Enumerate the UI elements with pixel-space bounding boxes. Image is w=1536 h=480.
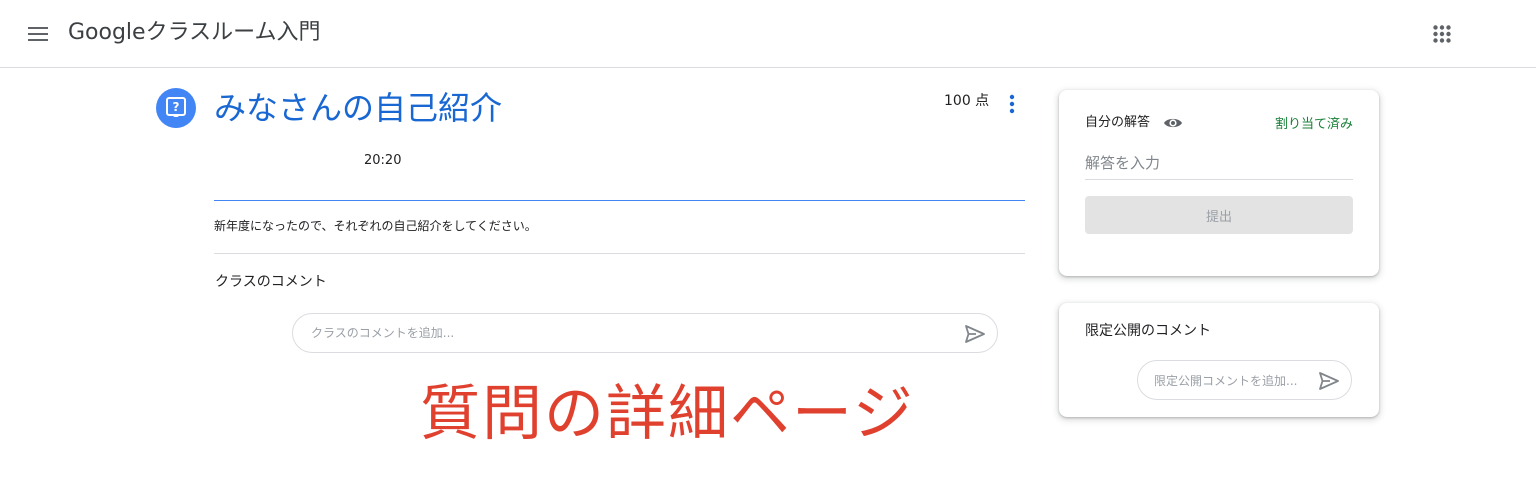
section-divider — [214, 253, 1025, 254]
eye-icon[interactable] — [1163, 113, 1183, 133]
due-time: 20:20 — [364, 153, 402, 168]
private-comment-placeholder: 限定公開コメントを追加... — [1154, 374, 1298, 388]
your-work-card: 自分の解答 割り当て済み 解答を入力 提出 — [1059, 90, 1379, 276]
private-comment-input[interactable]: 限定公開コメントを追加... — [1137, 360, 1352, 400]
question-title: みなさんの自己紹介 — [214, 89, 503, 127]
class-comment-placeholder: クラスのコメントを追加... — [311, 326, 455, 340]
more-vert-icon[interactable] — [1000, 90, 1024, 118]
answer-input[interactable]: 解答を入力 — [1085, 152, 1353, 180]
your-work-heading: 自分の解答 — [1085, 115, 1151, 130]
class-comment-input[interactable]: クラスのコメントを追加... — [292, 313, 998, 353]
send-icon[interactable] — [963, 322, 987, 346]
svg-text:?: ? — [173, 100, 180, 114]
points-value: 100 点 — [944, 93, 990, 109]
private-comments-heading: 限定公開のコメント — [1085, 323, 1211, 339]
question-instructions: 新年度になったので、それぞれの自己紹介をしてください。 — [214, 219, 537, 233]
hamburger-menu-icon[interactable] — [22, 20, 54, 48]
apps-grid-icon[interactable] — [1426, 18, 1458, 50]
caption-overlay: 質問の詳細ページ — [420, 379, 915, 449]
submit-button[interactable]: 提出 — [1085, 196, 1353, 234]
question-assignment-icon: ? — [156, 88, 196, 128]
top-app-bar: Googleクラスルーム入門 — [0, 0, 1536, 68]
class-comments-heading: クラスのコメント — [215, 274, 327, 290]
status-badge: 割り当て済み — [1274, 117, 1353, 132]
private-comments-card: 限定公開のコメント 限定公開コメントを追加... — [1059, 303, 1379, 417]
class-title[interactable]: Googleクラスルーム入門 — [68, 17, 320, 49]
answer-placeholder: 解答を入力 — [1085, 154, 1161, 172]
send-icon[interactable] — [1317, 369, 1341, 393]
header-divider — [214, 200, 1025, 201]
